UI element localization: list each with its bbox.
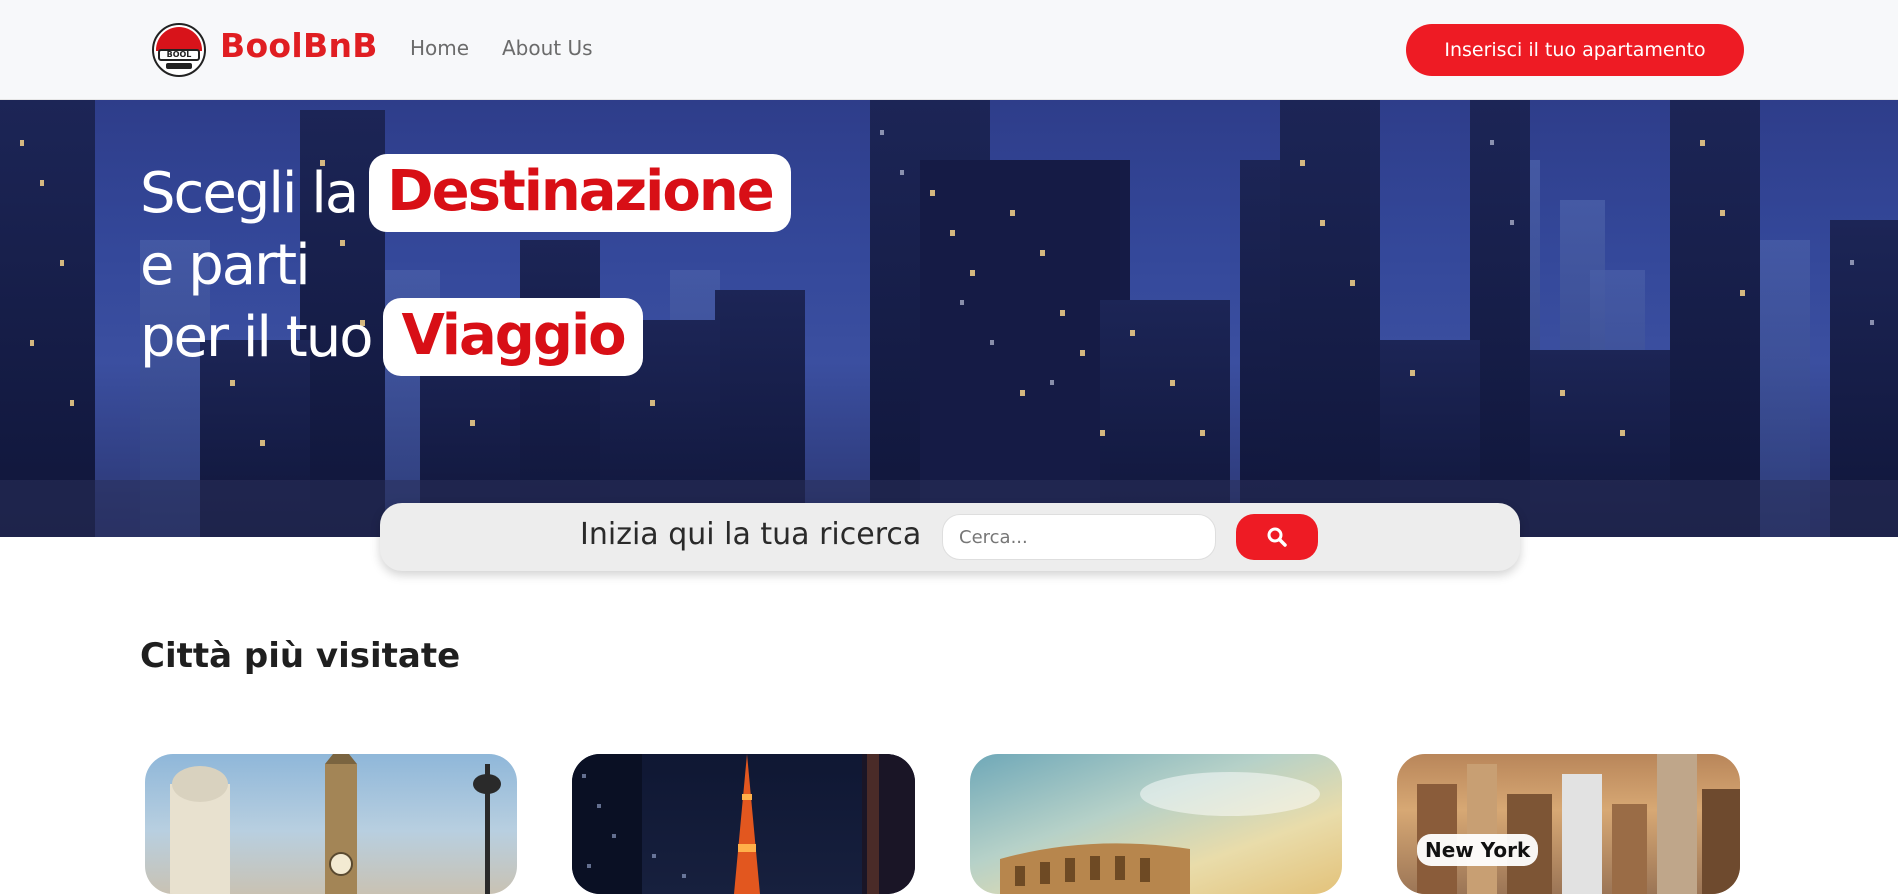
search-label: Inizia qui la tua ricerca (580, 517, 922, 552)
hero-headline: Scegli la Destinazione e parti per il tuo… (140, 154, 791, 376)
hero-line-1: Scegli la Destinazione (140, 154, 791, 232)
search-input[interactable] (942, 514, 1216, 560)
rome-image (1000, 772, 1320, 894)
logo-icon[interactable]: BOOL (152, 23, 206, 77)
add-apartment-button[interactable]: Inserisci il tuo apartamento (1406, 24, 1744, 76)
navbar: BOOL BoolBnB Home About Us Inserisci il … (0, 0, 1898, 100)
search-button[interactable] (1236, 514, 1318, 560)
tokyo-image (572, 754, 915, 894)
brand-name[interactable]: BoolBnB (220, 26, 378, 65)
new-york-image (1417, 754, 1740, 894)
city-name-badge: New York (1417, 834, 1539, 866)
hero-line-1-text: Scegli la (140, 161, 359, 227)
search-bar: Inizia qui la tua ricerca (380, 503, 1520, 571)
nav-link-about-us[interactable]: About Us (502, 36, 593, 60)
trip-highlight: Viaggio (383, 298, 643, 376)
destination-highlight: Destinazione (369, 154, 791, 232)
section-title-popular-cities: Città più visitate (140, 636, 461, 676)
hero-line-2: e parti (140, 233, 311, 298)
city-card-new-york[interactable]: New York (1397, 754, 1740, 894)
hero-banner: Scegli la Destinazione e parti per il tuo… (0, 100, 1898, 537)
city-card-rome[interactable] (970, 754, 1342, 894)
london-image (170, 754, 501, 894)
logo-text: BOOL (158, 49, 200, 61)
nav-link-home[interactable]: Home (410, 36, 469, 60)
city-card-london[interactable] (145, 754, 517, 894)
hero-line-3-text: per il tuo (140, 305, 373, 371)
hero-line-3: per il tuo Viaggio (140, 298, 791, 376)
city-card-tokyo[interactable] (572, 754, 915, 894)
search-icon (1267, 527, 1287, 547)
